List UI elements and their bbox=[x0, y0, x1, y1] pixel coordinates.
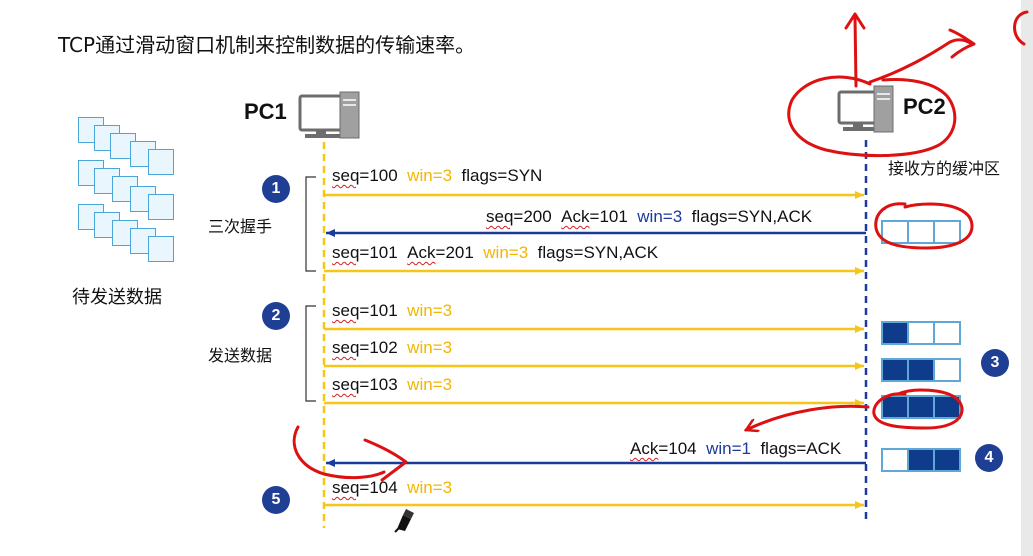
handwritten-annotations bbox=[292, 10, 1029, 482]
pc1-computer-icon bbox=[298, 91, 360, 139]
slide-canvas: TCP通过滑动窗口机制来控制数据的传输速率。 PC1 PC2 接收方的缓冲区 待… bbox=[0, 0, 1033, 556]
send-bracket bbox=[305, 305, 316, 402]
pen-cursor-icon bbox=[394, 509, 414, 533]
buffer-1-circle bbox=[874, 202, 974, 250]
pc2-computer-icon bbox=[837, 85, 894, 133]
diagram-overlay bbox=[292, 10, 1029, 533]
handwritten-up-arrow-shaft bbox=[853, 14, 858, 88]
buffer-4-circle bbox=[872, 388, 964, 430]
handwritten-return-arrow bbox=[746, 404, 870, 430]
handshake-bracket bbox=[305, 176, 316, 272]
